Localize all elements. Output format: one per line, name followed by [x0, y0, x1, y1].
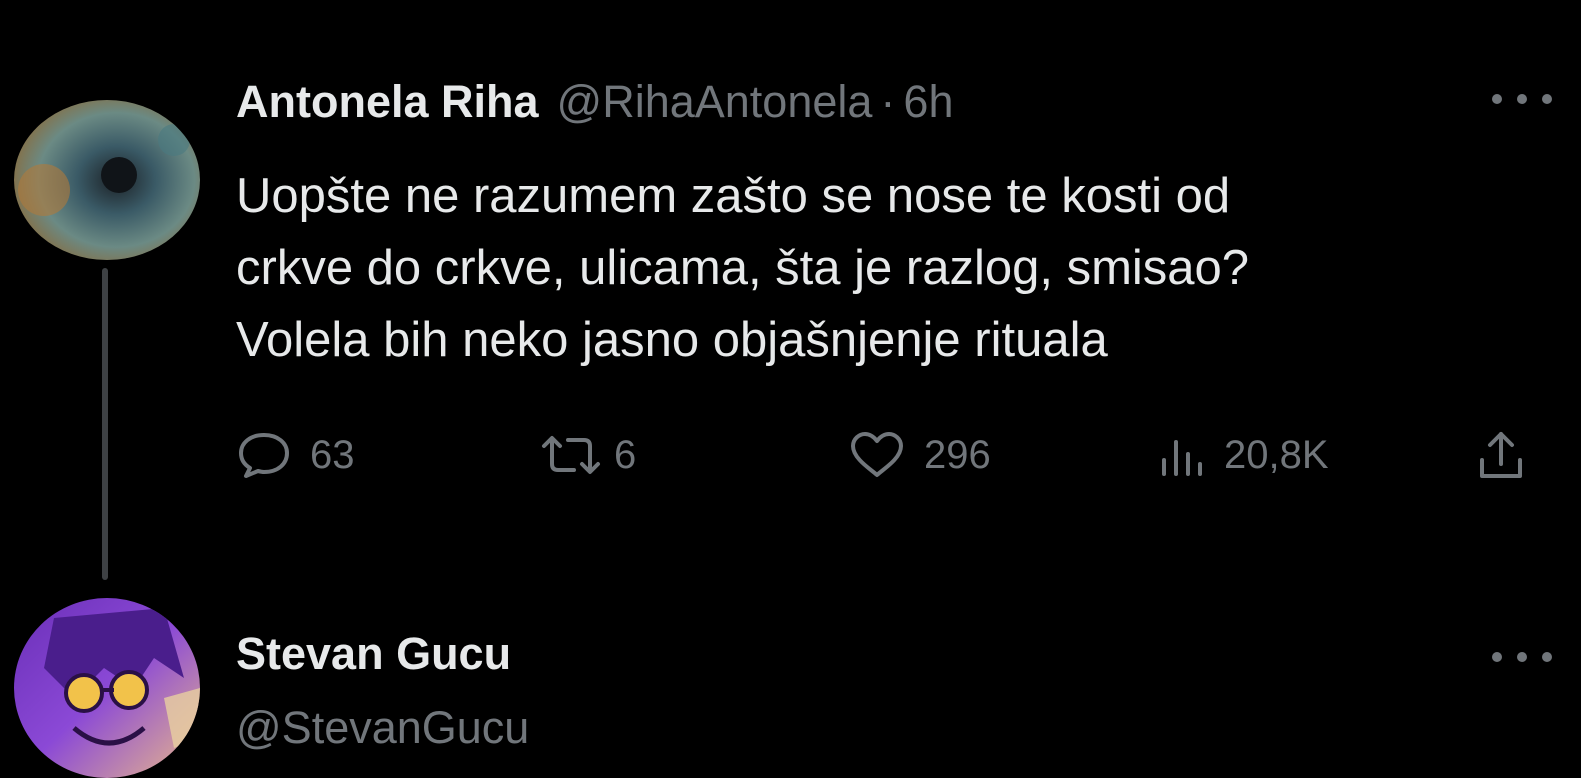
bar-chart-icon — [1162, 440, 1202, 476]
reply-author-avatar[interactable] — [14, 598, 200, 778]
tweet-text: Uopšte ne razumem zašto se nose te kosti… — [236, 160, 1546, 376]
avatar-image — [14, 100, 200, 260]
ellipsis-icon[interactable] — [1492, 84, 1552, 114]
tweet-reply[interactable]: Stevan Gucu @StevanGucu — [0, 580, 1581, 778]
author-name[interactable]: Antonela Riha — [236, 76, 539, 128]
ellipsis-icon[interactable] — [1492, 642, 1552, 672]
retweet-count: 6 — [614, 432, 637, 477]
header-separator: · — [880, 76, 896, 127]
speech-bubble-icon — [239, 433, 289, 478]
tweet-header: Antonela Riha @RihaAntonela · 6h — [236, 76, 953, 136]
like-count: 296 — [924, 432, 991, 477]
reply-author-handle[interactable]: @StevanGucu — [236, 702, 529, 754]
thread-connector-line — [102, 268, 108, 580]
avatar-image — [14, 598, 200, 778]
views-button[interactable]: 20,8K — [1156, 425, 1329, 485]
tweet-text-line: crkve do crkve, ulicama, šta je razlog, … — [236, 241, 1250, 295]
tweet-timestamp[interactable]: 6h — [903, 76, 953, 128]
share-upload-icon — [1480, 432, 1522, 478]
tweet-original[interactable]: Antonela Riha @RihaAntonela · 6h Uopšte … — [0, 0, 1581, 580]
tweet-text-line: Uopšte ne razumem zašto se nose te kosti… — [236, 169, 1231, 223]
author-handle[interactable]: @RihaAntonela — [557, 76, 873, 128]
heart-icon — [851, 432, 903, 477]
retweet-button[interactable]: 6 — [536, 425, 636, 485]
reply-button[interactable]: 63 — [236, 425, 355, 485]
tweet-text-line: Volela bih neko jasno objašnjenje ritual… — [236, 313, 1108, 367]
author-avatar[interactable] — [14, 100, 200, 260]
retweet-arrows-icon — [542, 436, 600, 474]
share-button[interactable] — [1476, 425, 1526, 485]
like-button[interactable]: 296 — [848, 425, 991, 485]
reply-count: 63 — [310, 432, 355, 477]
reply-author-name[interactable]: Stevan Gucu — [236, 628, 511, 680]
tweet-actions: 63 6 296 20,8K — [236, 425, 1536, 485]
views-count: 20,8K — [1224, 432, 1329, 477]
